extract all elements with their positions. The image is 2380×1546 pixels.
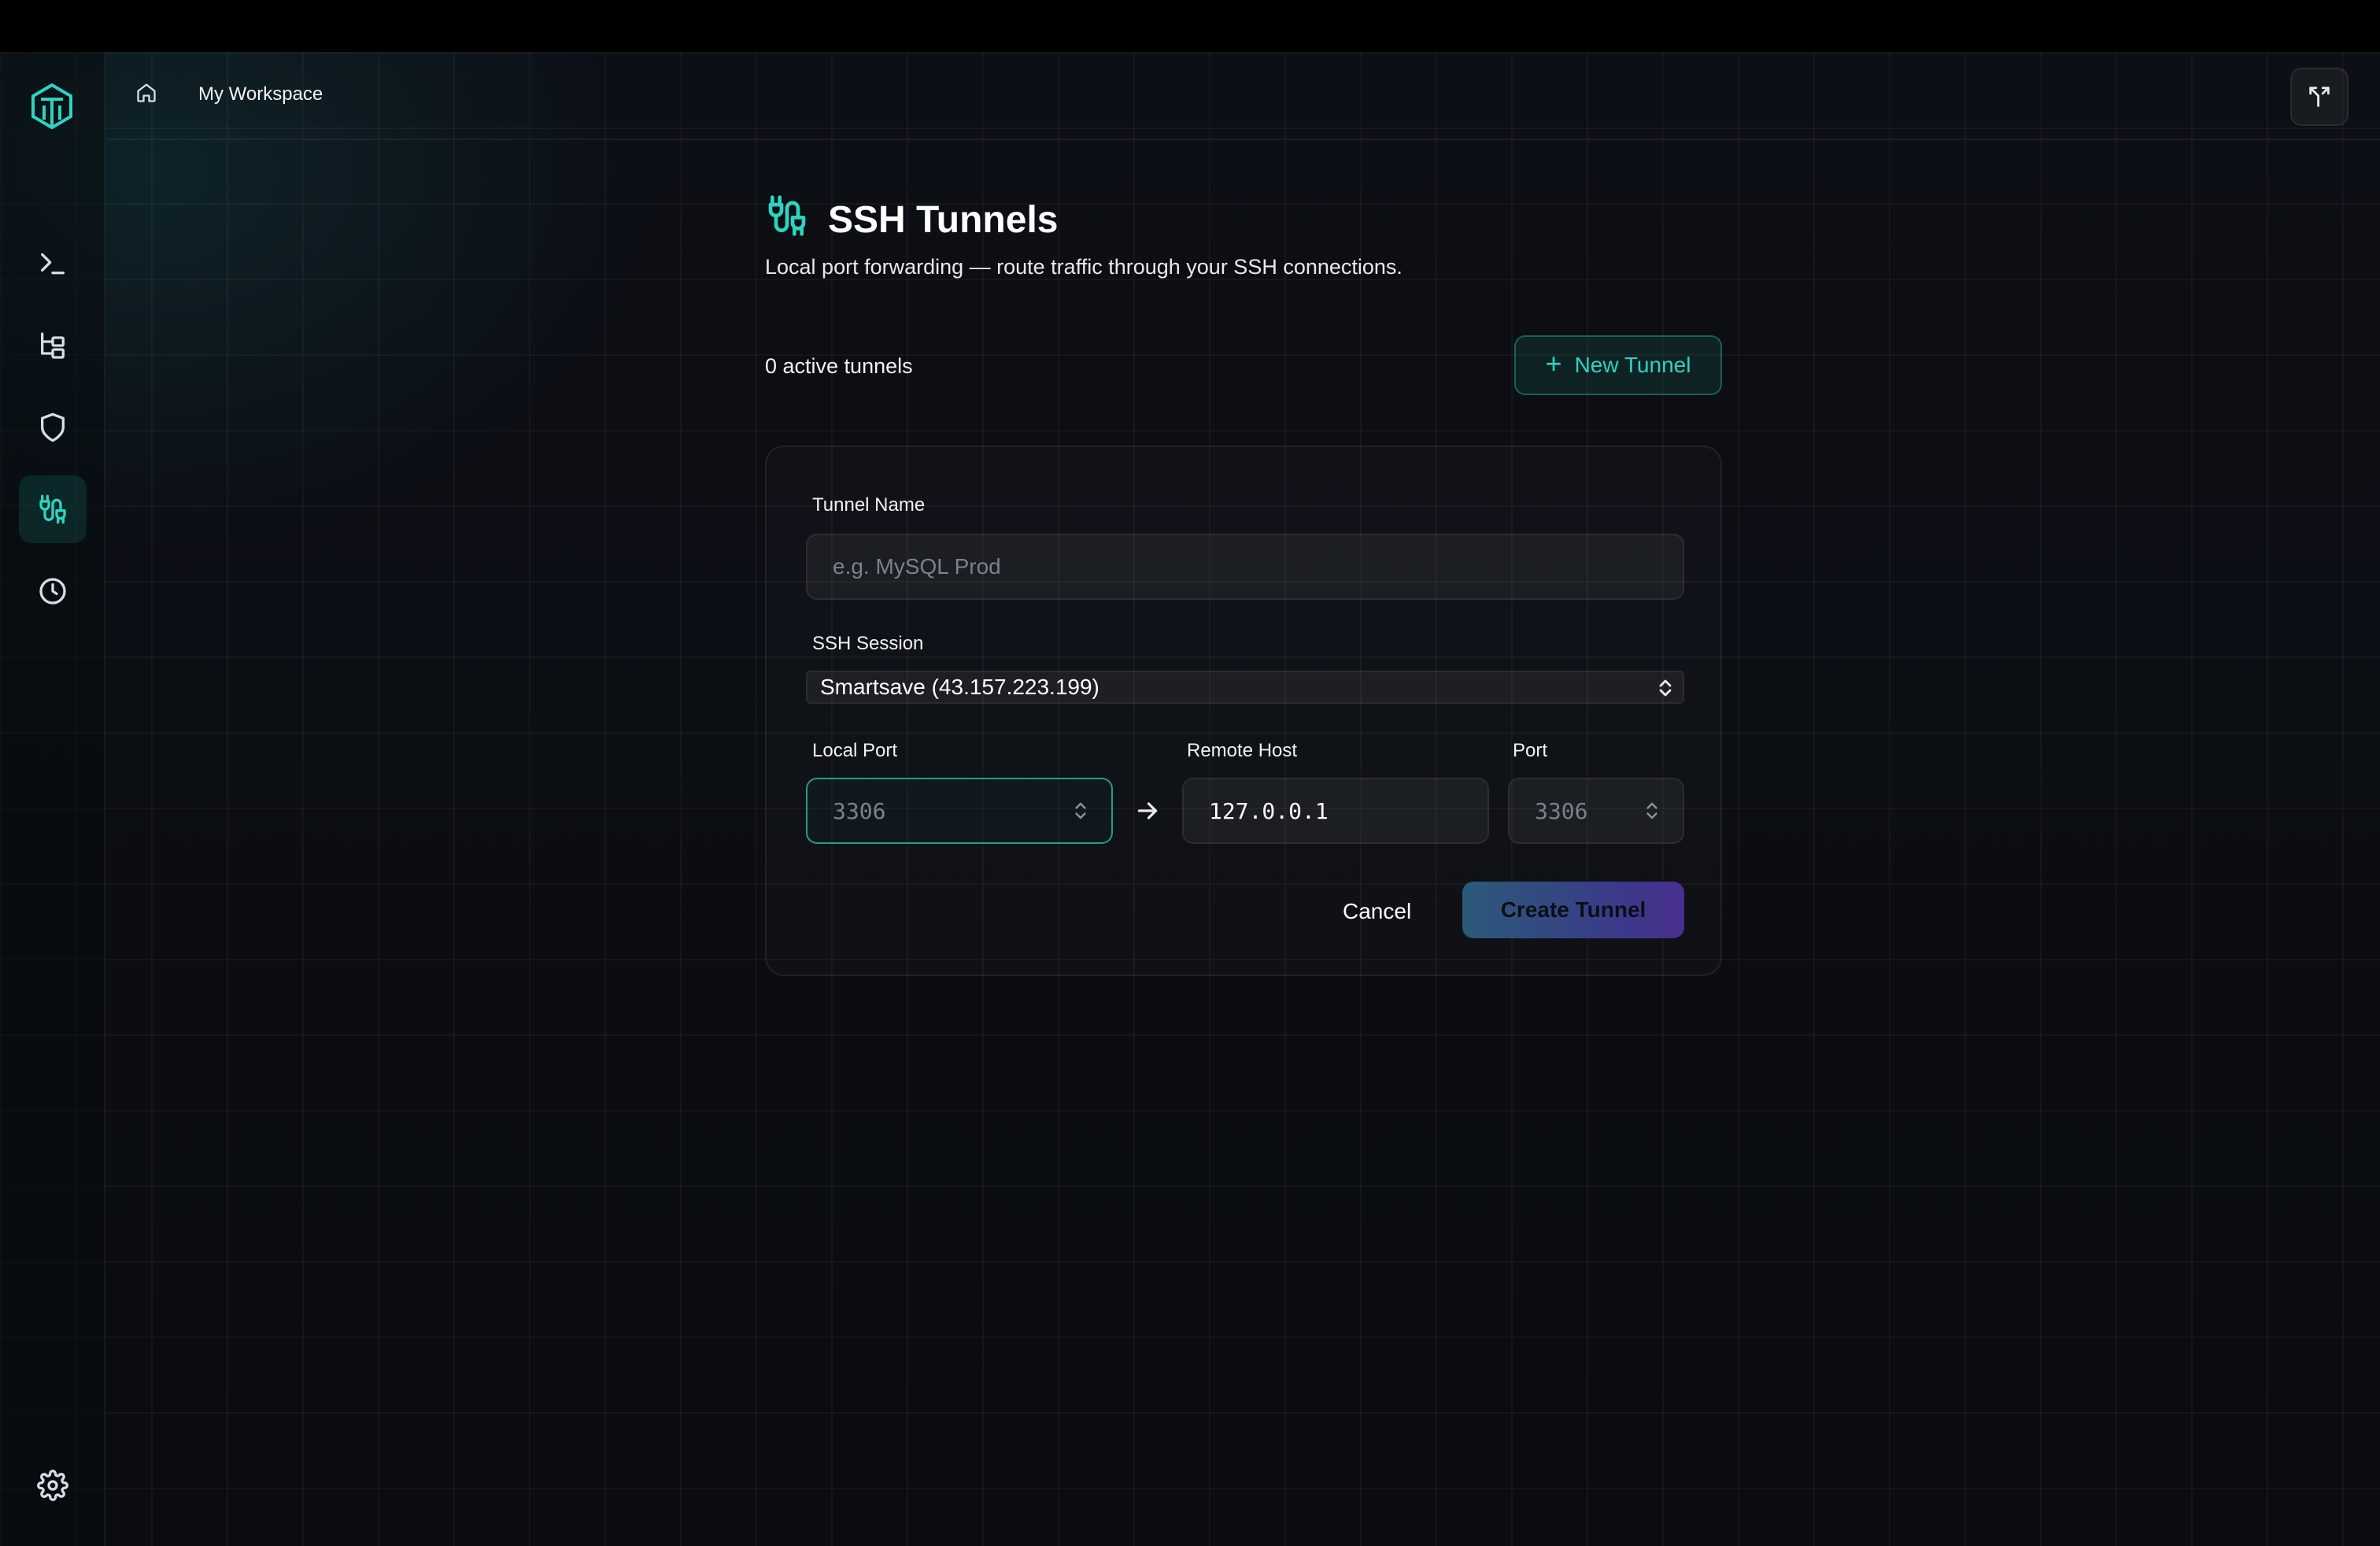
- home-button[interactable]: [135, 82, 164, 110]
- sidebar-item-security[interactable]: [19, 394, 87, 461]
- ssh-session-label: SSH Session: [812, 633, 924, 654]
- tunnel-name-placeholder: e.g. MySQL Prod: [833, 554, 1001, 579]
- tunnel-icon: [39, 494, 66, 524]
- remote-host-label: Remote Host: [1187, 740, 1298, 761]
- local-port-placeholder: 3306: [833, 797, 886, 824]
- sidebar-item-files[interactable]: [19, 312, 87, 379]
- app-window: My Workspace SSH Tunnels Local port forw…: [0, 52, 2380, 1546]
- breadcrumb-workspace[interactable]: My Workspace: [198, 83, 323, 105]
- app-logo[interactable]: [28, 82, 76, 132]
- new-tunnel-button[interactable]: + New Tunnel: [1514, 335, 1722, 395]
- new-tunnel-form: Tunnel Name e.g. MySQL Prod SSH Session …: [765, 446, 1722, 976]
- create-tunnel-button[interactable]: Create Tunnel: [1462, 882, 1684, 938]
- tunnel-name-label: Tunnel Name: [812, 494, 926, 516]
- ssh-session-select[interactable]: Smartsave (43.157.223.199): [806, 671, 1684, 704]
- arrow-right-icon: [1137, 802, 1158, 819]
- tunnel-name-input[interactable]: e.g. MySQL Prod: [806, 534, 1684, 600]
- new-tunnel-label: New Tunnel: [1574, 353, 1691, 377]
- remote-port-input[interactable]: 3306: [1508, 778, 1684, 844]
- select-chevron-icon: [1659, 679, 1672, 697]
- split-view-button[interactable]: [2290, 68, 2349, 126]
- remote-port-placeholder: 3306: [1535, 797, 1588, 824]
- remote-host-value: 127.0.0.1: [1209, 797, 1329, 824]
- clock-icon: [39, 578, 66, 605]
- tunnel-icon: [765, 194, 809, 238]
- ssh-session-value: Smartsave (43.157.223.199): [820, 675, 1099, 699]
- port-label: Port: [1513, 740, 1548, 761]
- sidebar-item-history[interactable]: [19, 557, 87, 625]
- shield-icon: [41, 412, 65, 442]
- split-icon: [2309, 87, 2330, 107]
- number-stepper-icon[interactable]: [1645, 799, 1659, 823]
- local-port-label: Local Port: [812, 740, 898, 761]
- page-subtitle: Local port forwarding — route traffic th…: [765, 255, 1402, 279]
- gear-icon: [37, 1470, 68, 1501]
- active-tunnel-count: 0 active tunnels: [765, 354, 913, 378]
- sidebar-item-tunnels[interactable]: [19, 475, 87, 543]
- header: My Workspace: [107, 52, 2380, 140]
- terminal-icon: [41, 253, 65, 275]
- plus-icon: +: [1545, 347, 1562, 379]
- local-port-input[interactable]: 3306: [806, 778, 1113, 844]
- file-tree-icon: [41, 332, 65, 359]
- sidebar-item-terminal[interactable]: [19, 230, 87, 298]
- sidebar-item-settings[interactable]: [19, 1452, 87, 1519]
- sidebar: [0, 52, 105, 1546]
- page-title: SSH Tunnels: [828, 199, 1059, 241]
- number-stepper-icon[interactable]: [1074, 799, 1088, 823]
- remote-host-input[interactable]: 127.0.0.1: [1182, 778, 1489, 844]
- window-top-bar: [0, 0, 2380, 52]
- home-icon: [137, 83, 156, 102]
- cancel-button[interactable]: Cancel: [1343, 899, 1411, 924]
